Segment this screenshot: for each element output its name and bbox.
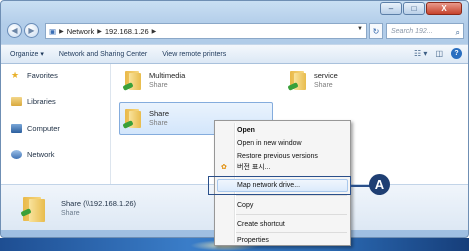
network-icon: ▣: [49, 26, 57, 36]
sidebar-item-favorites[interactable]: ★ Favorites: [11, 70, 58, 81]
details-type: Share: [61, 210, 80, 217]
search-placeholder: Search 192...: [391, 28, 433, 35]
version-icon: ✿: [221, 164, 227, 171]
arrow-right-icon: ▶: [28, 26, 35, 35]
menu-item-create-shortcut[interactable]: Create shortcut: [237, 219, 285, 230]
address-dropdown-icon[interactable]: ▼: [357, 26, 363, 32]
library-icon: [11, 97, 22, 106]
chevron-right-icon: ▶: [59, 28, 64, 35]
network-folder-icon: [122, 107, 143, 129]
organize-button[interactable]: Organize ▾: [10, 50, 44, 58]
refresh-button[interactable]: ↻: [369, 23, 383, 39]
menu-item-open-new-window[interactable]: Open in new window: [237, 138, 302, 149]
back-button[interactable]: ◀: [7, 23, 22, 38]
sidebar-item-label: Favorites: [27, 71, 58, 80]
callout-highlight-box: [208, 176, 351, 195]
menu-separator: [236, 214, 347, 215]
star-icon: ★: [11, 70, 20, 80]
breadcrumb-host[interactable]: 192.168.1.26: [105, 27, 149, 36]
preview-pane-icon[interactable]: ◫: [435, 49, 443, 58]
sidebar-item-network[interactable]: Network: [11, 150, 55, 159]
address-bar[interactable]: ▣ ▶ Network ▶ 192.168.1.26 ▶ ▼: [45, 23, 367, 39]
network-folder-icon: [287, 69, 308, 91]
folder-name: Share: [149, 109, 170, 118]
search-icon: ⌕: [455, 28, 460, 37]
command-bar: Organize ▾ Network and Sharing Center Vi…: [1, 44, 468, 64]
menu-item-copy[interactable]: Copy: [237, 200, 253, 211]
folder-type: Share: [314, 82, 333, 89]
network-icon: [11, 150, 22, 159]
forward-button[interactable]: ▶: [24, 23, 39, 38]
search-input[interactable]: Search 192... ⌕: [386, 23, 464, 39]
chevron-right-icon: ▶: [151, 28, 157, 35]
menu-separator: [236, 232, 347, 233]
menu-item-restore-previous-versions[interactable]: Restore previous versions: [237, 151, 318, 162]
window-caption-buttons: – □ X: [380, 2, 462, 15]
menu-item-open[interactable]: Open: [237, 125, 255, 136]
navigation-pane: ★ Favorites Libraries Computer Network: [1, 64, 111, 184]
folder-item-multimedia[interactable]: Multimedia Share: [122, 69, 186, 91]
view-remote-printers-button[interactable]: View remote printers: [162, 51, 226, 58]
chevron-right-icon: ▶: [97, 28, 102, 35]
navigation-bar: ◀ ▶ ▣ ▶ Network ▶ 192.168.1.26 ▶ ▼ ↻ Sea…: [7, 22, 464, 40]
breadcrumb-network[interactable]: Network: [67, 27, 95, 36]
view-controls: ☷ ▾ ◫ ?: [414, 48, 462, 59]
arrow-left-icon: ◀: [11, 26, 18, 35]
sidebar-item-label: Network: [27, 150, 55, 159]
folder-name: Multimedia: [149, 71, 186, 80]
sidebar-item-label: Libraries: [27, 97, 56, 106]
callout-badge: A: [369, 174, 390, 195]
help-icon[interactable]: ?: [451, 48, 462, 59]
view-options-icon[interactable]: ☷ ▾: [414, 49, 427, 58]
refresh-icon: ↻: [372, 26, 380, 36]
sidebar-item-label: Computer: [27, 124, 60, 133]
folder-type: Share: [149, 120, 168, 127]
sidebar-item-computer[interactable]: Computer: [11, 124, 60, 133]
minimize-button[interactable]: –: [380, 2, 402, 15]
details-name: Share (\\192.168.1.26): [61, 199, 137, 208]
network-folder-icon: [20, 195, 47, 223]
sidebar-item-libraries[interactable]: Libraries: [11, 97, 56, 106]
menu-item-properties[interactable]: Properties: [237, 235, 269, 246]
computer-icon: [11, 124, 22, 133]
folder-name: service: [314, 71, 338, 80]
callout-connector: [351, 185, 370, 187]
folder-type: Share: [149, 82, 168, 89]
close-button[interactable]: X: [426, 2, 462, 15]
network-sharing-center-button[interactable]: Network and Sharing Center: [59, 51, 147, 58]
network-folder-icon: [122, 69, 143, 91]
folder-item-share[interactable]: Share Share: [122, 107, 170, 129]
menu-item-show-versions[interactable]: 버전 표시...: [237, 162, 271, 173]
maximize-button[interactable]: □: [403, 2, 425, 15]
folder-item-service[interactable]: service Share: [287, 69, 338, 91]
menu-separator: [236, 195, 347, 196]
